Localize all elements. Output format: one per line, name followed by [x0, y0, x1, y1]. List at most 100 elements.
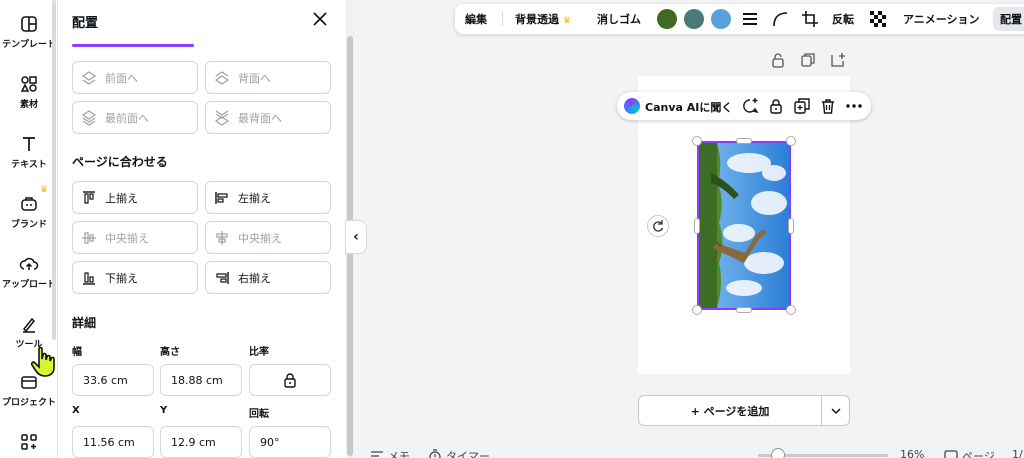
close-icon[interactable] — [310, 9, 330, 29]
send-to-back-button[interactable]: 最背面へ — [205, 101, 331, 134]
eraser-button[interactable]: 消しゴム — [597, 11, 641, 27]
resize-handle-right[interactable] — [788, 218, 794, 234]
selected-image[interactable] — [697, 141, 791, 310]
resize-handle-br[interactable] — [786, 305, 796, 315]
ratio-lock-button[interactable] — [249, 364, 331, 396]
upload-cloud-icon — [19, 257, 39, 270]
duplicate-icon[interactable] — [793, 97, 811, 115]
align-center-icon — [216, 230, 228, 245]
width-field[interactable]: 33.6 cm — [72, 364, 154, 396]
rail-item-upload[interactable]: アップロード — [0, 254, 58, 290]
button-label: 前面へ — [105, 71, 138, 85]
color-swatch-1[interactable] — [657, 9, 677, 29]
crop-icon[interactable] — [801, 10, 819, 28]
resize-handle-bottom[interactable] — [736, 307, 752, 313]
rail-label: アップロード — [1, 280, 56, 290]
rail-item-brand[interactable]: ブランド — [0, 194, 58, 230]
rail-label: テンプレート — [2, 40, 56, 50]
folder-icon — [21, 376, 37, 389]
bg-remove-label: 背景透過 — [515, 13, 559, 26]
toolbar-divider — [502, 12, 503, 26]
transparency-icon[interactable] — [869, 10, 887, 28]
comment-add-icon[interactable] — [741, 97, 759, 115]
align-right-button[interactable]: 右揃え — [205, 261, 331, 294]
button-label: 中央揃え — [105, 231, 149, 245]
add-page-icon[interactable] — [830, 52, 846, 68]
button-label: 中央揃え — [238, 231, 282, 245]
rail-item-text[interactable]: テキスト — [0, 134, 58, 170]
resize-handle-left[interactable] — [694, 218, 700, 234]
lock-icon[interactable] — [767, 97, 785, 115]
add-page-dropdown[interactable] — [821, 395, 850, 426]
page-count: 1/ — [1012, 448, 1023, 458]
align-middle-button[interactable]: 中央揃え — [72, 221, 198, 254]
lock-page-icon[interactable] — [770, 52, 786, 68]
notes-button[interactable]: メモ — [370, 448, 410, 458]
rotate-button[interactable] — [647, 215, 669, 237]
add-page-button[interactable]: + ページを追加 — [638, 395, 822, 426]
width-label: 幅 — [72, 347, 82, 358]
color-swatch-3[interactable] — [711, 9, 731, 29]
collapse-panel-button[interactable]: ‹ — [345, 220, 367, 254]
rail-scrollbar[interactable] — [52, 0, 56, 340]
rotation-field[interactable]: 90° — [249, 426, 331, 458]
y-field[interactable]: 12.9 cm — [160, 426, 242, 458]
timer-icon — [429, 449, 441, 458]
rotate-icon — [653, 220, 664, 232]
edit-button[interactable]: 編集 — [465, 11, 487, 27]
flip-button[interactable]: 反転 — [832, 11, 854, 27]
more-options-icon[interactable] — [845, 97, 863, 115]
template-icon — [21, 16, 37, 32]
bg-remove-button[interactable]: 背景透過 ♛ — [515, 11, 571, 27]
resize-handle-top[interactable] — [736, 138, 752, 144]
rail-item-templates[interactable]: テンプレート — [0, 14, 58, 50]
bring-to-front-icon — [81, 109, 97, 126]
canva-ai-button[interactable]: Canva AIに聞く — [645, 99, 732, 115]
send-backward-button[interactable]: 背面へ — [205, 61, 331, 94]
pen-tool-icon — [22, 317, 36, 333]
ratio-label: 比率 — [249, 347, 269, 358]
resize-handle-tr[interactable] — [786, 136, 796, 146]
rail-item-tools[interactable]: ツール — [0, 314, 58, 350]
arrange-button[interactable]: 配置 — [1000, 11, 1022, 27]
button-label: 上揃え — [105, 191, 138, 205]
zoom-slider-knob[interactable] — [771, 448, 785, 458]
duplicate-page-icon[interactable] — [800, 52, 816, 68]
height-field[interactable]: 18.88 cm — [160, 364, 242, 396]
pages-button[interactable]: ページ — [944, 448, 995, 458]
left-rail: テンプレート 素材 テキスト ♛ ブランド アップロード ツール プロジェクト — [0, 0, 58, 458]
trash-icon[interactable] — [819, 97, 837, 115]
notes-icon — [371, 451, 383, 457]
chevron-left-icon: ‹ — [353, 229, 359, 245]
resize-handle-bl[interactable] — [692, 305, 702, 315]
bring-forward-button[interactable]: 前面へ — [72, 61, 198, 94]
align-bottom-button[interactable]: 下揃え — [72, 261, 198, 294]
button-label: 最前面へ — [105, 111, 149, 125]
resize-handle-tl[interactable] — [692, 136, 702, 146]
border-style-icon[interactable] — [741, 10, 759, 28]
align-middle-icon — [82, 231, 96, 244]
height-label: 高さ — [160, 347, 180, 358]
rail-label: 素材 — [19, 100, 38, 110]
align-center-button[interactable]: 中央揃え — [205, 221, 331, 254]
rail-label: ブランド — [10, 220, 47, 230]
x-field[interactable]: 11.56 cm — [72, 426, 154, 458]
corner-rounding-icon[interactable] — [771, 10, 789, 28]
rotation-label: 回転 — [249, 409, 269, 420]
zoom-level[interactable]: 16% — [900, 448, 924, 458]
y-label: Y — [160, 405, 168, 416]
button-label: 右揃え — [238, 271, 271, 285]
rail-item-apps[interactable] — [0, 432, 58, 452]
bring-to-front-button[interactable]: 最前面へ — [72, 101, 198, 134]
timer-button[interactable]: タイマー — [428, 448, 490, 458]
rail-item-projects[interactable]: プロジェクト — [0, 372, 58, 408]
elements-icon — [20, 76, 37, 92]
align-left-button[interactable]: 左揃え — [205, 181, 331, 214]
rail-item-elements[interactable]: 素材 — [0, 74, 58, 110]
align-top-button[interactable]: 上揃え — [72, 181, 198, 214]
color-swatch-2[interactable] — [684, 9, 704, 29]
animation-button[interactable]: アニメーション — [903, 11, 980, 27]
fit-section-title: ページに合わせる — [72, 155, 168, 169]
button-label: 最背面へ — [238, 111, 282, 125]
lock-icon — [284, 373, 296, 388]
